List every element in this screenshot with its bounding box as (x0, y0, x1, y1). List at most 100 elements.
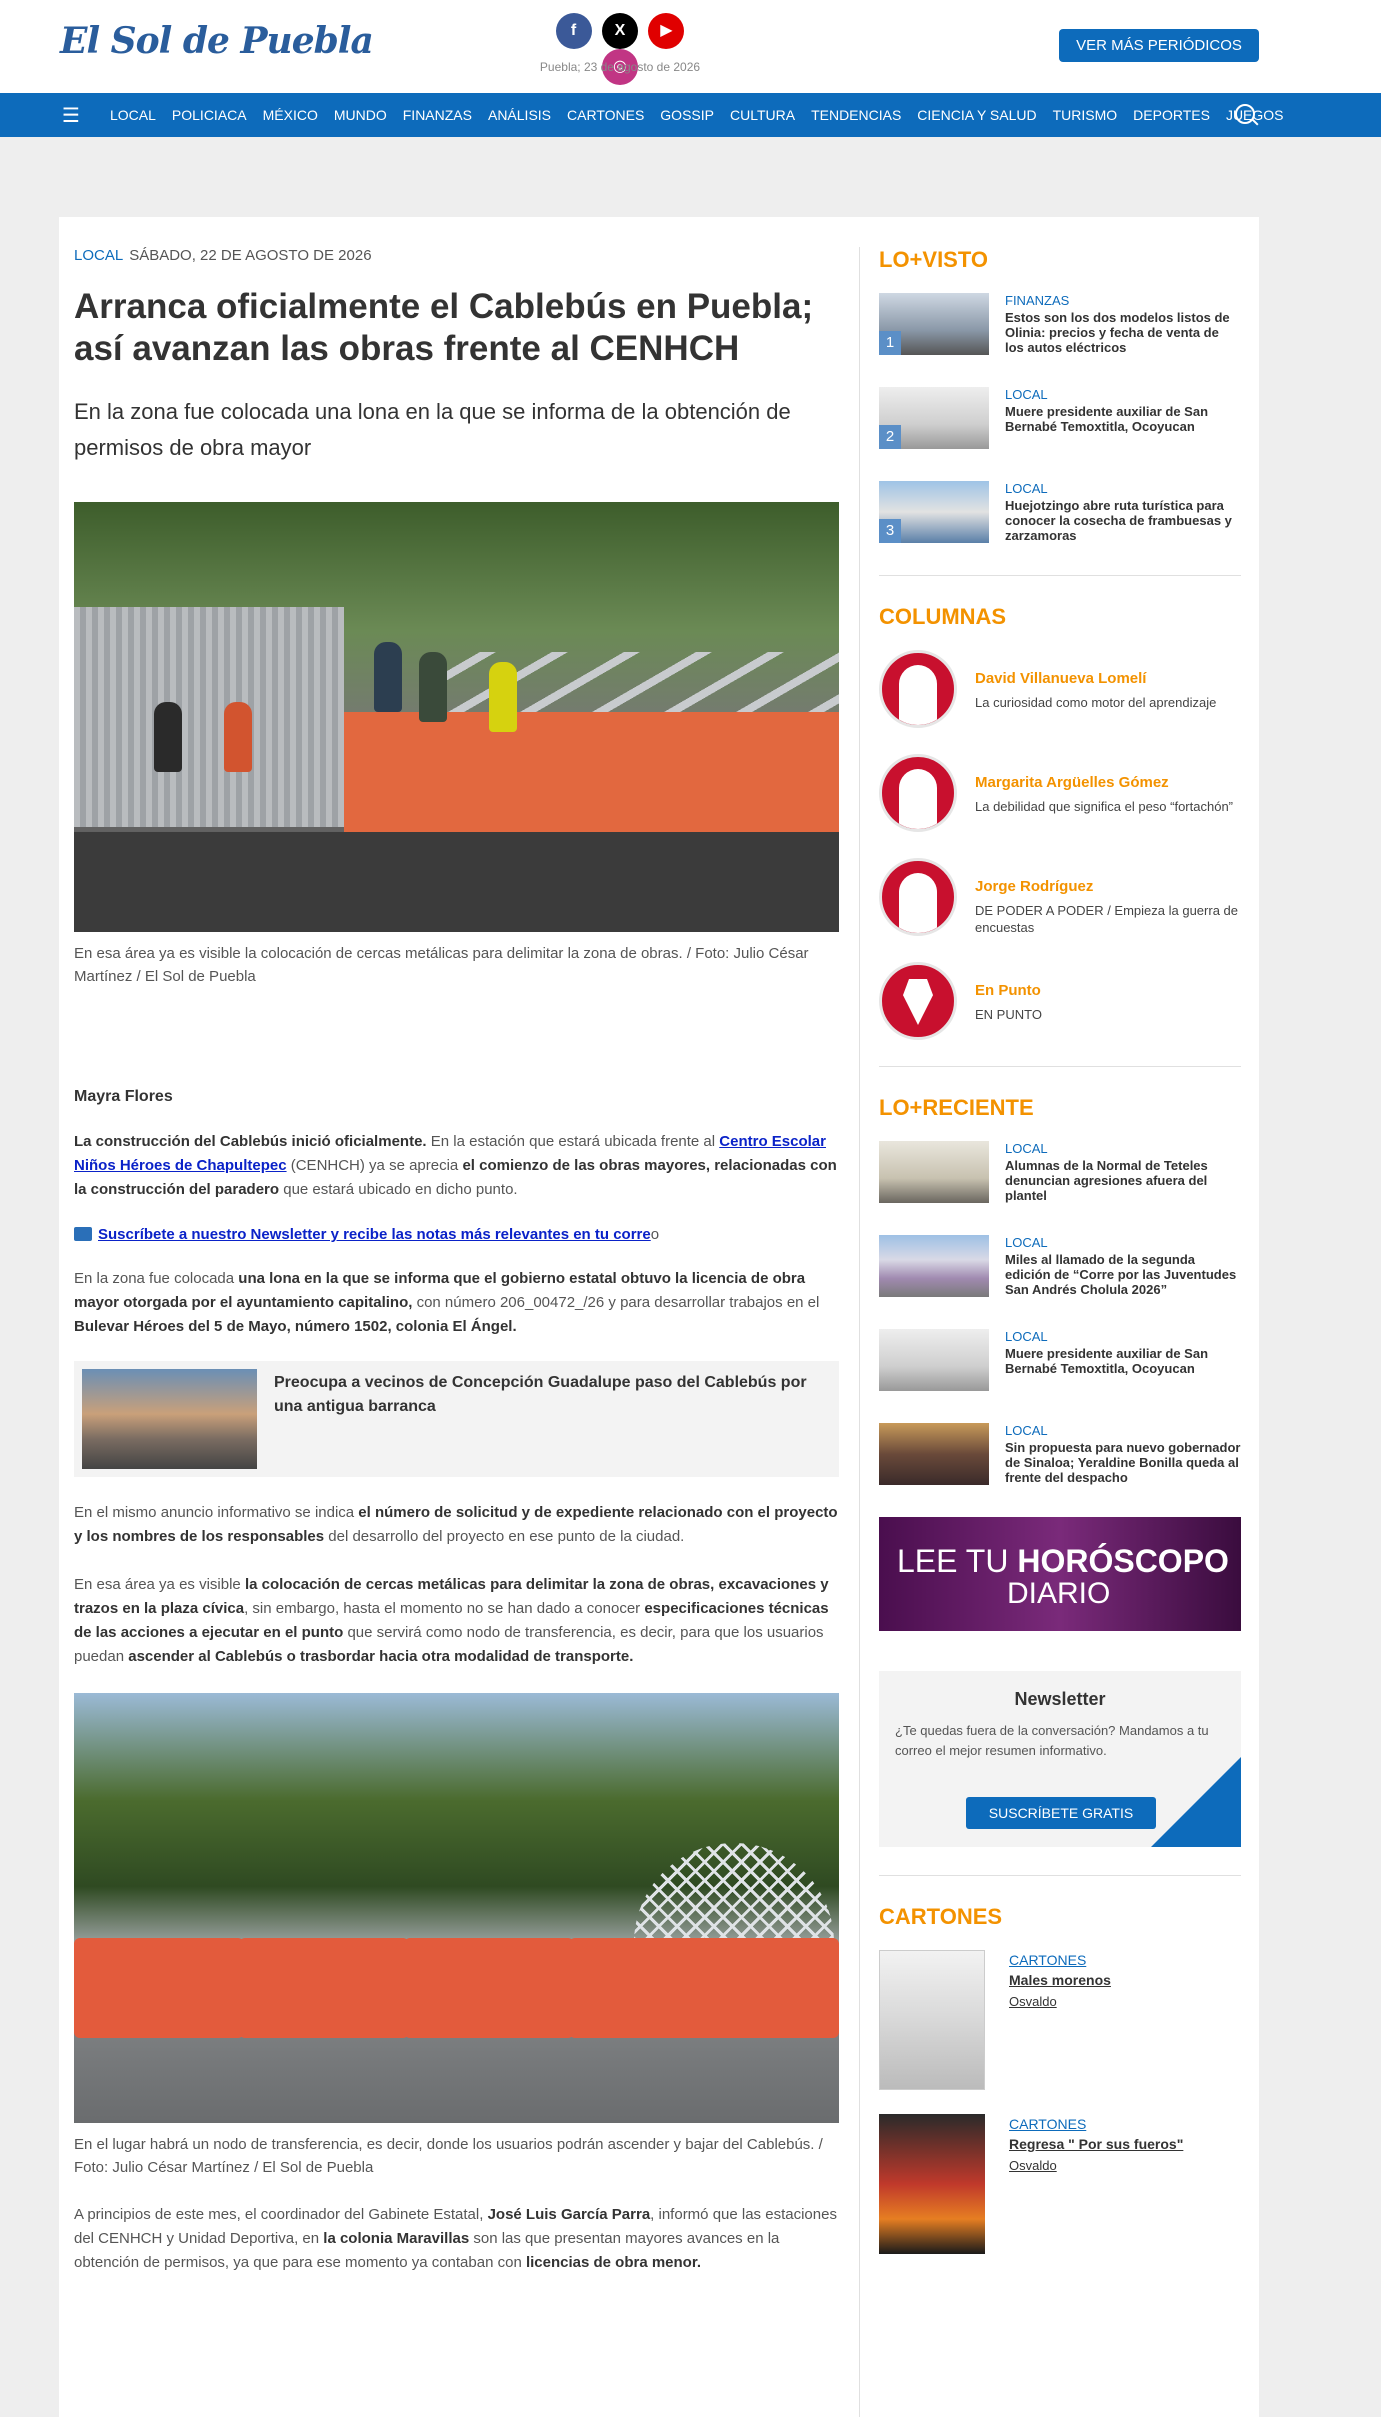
loreciente-title-text[interactable]: Miles al llamado de la segunda edición d… (1005, 1252, 1241, 1297)
columnist-name[interactable]: Margarita Argüelles Gómez (975, 774, 1169, 791)
columnist-name[interactable]: En Punto (975, 982, 1041, 999)
newsletter-link[interactable]: Suscríbete a nuestro Newsletter y recibe… (98, 1226, 651, 1243)
columnist-avatar (879, 650, 957, 728)
loreciente-thumbnail (879, 1423, 989, 1485)
youtube-icon[interactable]: ▶ (648, 13, 685, 49)
header-date: Puebla; 23 de agosto de 2026 (539, 60, 701, 74)
related-article-thumbnail (82, 1369, 257, 1469)
lovisto-item[interactable]: 3 LOCAL Huejotzingo abre ruta turística … (879, 481, 1241, 543)
loreciente-item[interactable]: LOCAL Muere presidente auxiliar de San B… (879, 1329, 1241, 1391)
loreciente-title-text[interactable]: Sin propuesta para nuevo gobernador de S… (1005, 1440, 1241, 1485)
site-header: El Sol de Puebla f X ▶ ◎ Puebla; 23 de a… (0, 0, 1381, 93)
section-divider (879, 575, 1241, 576)
newsletter-promo: Suscríbete a nuestro Newsletter y recibe… (74, 1226, 839, 1243)
cartoon-item[interactable]: CARTONES Regresa " Por sus fueros" Osval… (879, 2114, 1241, 2254)
nav-item-local[interactable]: LOCAL (102, 93, 164, 137)
nav-item-ciencia-salud[interactable]: CIENCIA Y SALUD (909, 93, 1044, 137)
newsletter-title: Newsletter (1014, 1689, 1106, 1709)
article-date: SÁBADO, 22 DE AGOSTO DE 2026 (129, 247, 372, 264)
subscribe-button[interactable]: SUSCRÍBETE GRATIS (966, 1797, 1156, 1829)
column-item[interactable]: En Punto EN PUNTO (879, 962, 1241, 1042)
columnist-avatar (879, 754, 957, 832)
article-category[interactable]: LOCAL (74, 247, 123, 264)
nav-item-tendencias[interactable]: TENDENCIAS (803, 93, 909, 137)
facebook-icon[interactable]: f (555, 13, 592, 49)
loreciente-title-text[interactable]: Muere presidente auxiliar de San Bernabé… (1005, 1346, 1241, 1376)
lovisto-item[interactable]: 2 LOCAL Muere presidente auxiliar de San… (879, 387, 1241, 449)
nav-list: LOCAL POLICIACA MÉXICO MUNDO FINANZAS AN… (102, 93, 1292, 137)
main-nav: ☰ LOCAL POLICIACA MÉXICO MUNDO FINANZAS … (0, 93, 1381, 137)
loreciente-item[interactable]: LOCAL Alumnas de la Normal de Teteles de… (879, 1141, 1241, 1203)
lovisto-category[interactable]: FINANZAS (1005, 293, 1069, 308)
column-title[interactable]: La debilidad que significa el peso “fort… (975, 798, 1241, 815)
related-article-title[interactable]: Preocupa a vecinos de Concepción Guadalu… (274, 1371, 819, 1419)
horoscope-banner[interactable]: LEE TU HORÓSCOPO DIARIO (879, 1517, 1241, 1631)
pen-nib-icon (879, 962, 957, 1040)
lovisto-item[interactable]: 1 FINANZAS Estos son los dos modelos lis… (879, 293, 1241, 355)
cartoon-item[interactable]: CARTONES Males morenos Osvaldo (879, 1950, 1241, 2090)
nav-item-deportes[interactable]: DEPORTES (1125, 93, 1218, 137)
loreciente-thumbnail (879, 1235, 989, 1297)
loreciente-category[interactable]: LOCAL (1005, 1423, 1048, 1438)
article-meta: LOCAL SÁBADO, 22 DE AGOSTO DE 2026 (74, 247, 839, 264)
lovisto-title-text[interactable]: Huejotzingo abre ruta turística para con… (1005, 498, 1241, 543)
loreciente-title-text[interactable]: Alumnas de la Normal de Teteles denuncia… (1005, 1158, 1241, 1203)
loreciente-category[interactable]: LOCAL (1005, 1235, 1048, 1250)
nav-item-gossip[interactable]: GOSSIP (652, 93, 722, 137)
column-divider (859, 247, 860, 2417)
cartoon-thumbnail[interactable] (879, 2114, 985, 2254)
nav-item-finanzas[interactable]: FINANZAS (395, 93, 480, 137)
columnist-name[interactable]: Jorge Rodríguez (975, 878, 1093, 895)
article-paragraph-3: En el mismo anuncio informativo se indic… (74, 1504, 838, 1545)
more-newspapers-button[interactable]: VER MÁS PERIÓDICOS (1059, 29, 1259, 62)
columnas-title: COLUMNAS (879, 604, 1007, 629)
related-article[interactable]: Preocupa a vecinos de Concepción Guadalu… (74, 1361, 839, 1477)
column-item[interactable]: Jorge Rodríguez DE PODER A PODER / Empie… (879, 858, 1241, 938)
column-item[interactable]: David Villanueva Lomelí La curiosidad co… (879, 650, 1241, 730)
lovisto-title-text[interactable]: Muere presidente auxiliar de San Bernabé… (1005, 404, 1241, 434)
horoscope-banner-line1: LEE TU HORÓSCOPO (897, 1543, 1229, 1579)
cartoon-title[interactable]: Males morenos (1009, 1972, 1111, 1988)
photo-caption-2: En el lugar habrá un nodo de transferenc… (74, 2136, 823, 2176)
nav-item-cartones[interactable]: CARTONES (559, 93, 652, 137)
nav-item-cultura[interactable]: CULTURA (722, 93, 803, 137)
column-title[interactable]: EN PUNTO (975, 1006, 1241, 1023)
nav-item-mundo[interactable]: MUNDO (326, 93, 395, 137)
lovisto-title: LO+VISTO (879, 247, 989, 272)
loreciente-item[interactable]: LOCAL Miles al llamado de la segunda edi… (879, 1235, 1241, 1297)
loreciente-category[interactable]: LOCAL (1005, 1329, 1048, 1344)
lovisto-title-text[interactable]: Estos son los dos modelos listos de Olin… (1005, 310, 1241, 355)
article-paragraph-1: La construcción del Cablebús inició ofic… (74, 1133, 837, 1198)
column-item[interactable]: Margarita Argüelles Gómez La debilidad q… (879, 754, 1241, 834)
site-logo[interactable]: El Sol de Puebla (60, 20, 374, 62)
section-divider (879, 1066, 1241, 1067)
rank-badge: 1 (879, 331, 901, 355)
cartoon-title[interactable]: Regresa " Por sus fueros" (1009, 2136, 1183, 2152)
photo-caption-1: En esa área ya es visible la colocación … (74, 945, 809, 985)
article-headline: Arranca oficialmente el Cablebús en Pueb… (74, 287, 814, 368)
search-icon[interactable] (1235, 104, 1255, 124)
lovisto-category[interactable]: LOCAL (1005, 387, 1048, 402)
nav-item-turismo[interactable]: TURISMO (1045, 93, 1126, 137)
nav-item-analisis[interactable]: ANÁLISIS (480, 93, 559, 137)
rank-badge: 2 (879, 425, 901, 449)
article-paragraph-2: En la zona fue colocada una lona en la q… (74, 1270, 820, 1335)
horoscope-banner-line2: DIARIO (1007, 1577, 1111, 1610)
column-title[interactable]: DE PODER A PODER / Empieza la guerra de … (975, 902, 1241, 936)
hamburger-menu-icon[interactable]: ☰ (62, 103, 80, 128)
loreciente-item[interactable]: LOCAL Sin propuesta para nuevo gobernado… (879, 1423, 1241, 1485)
cartoon-category[interactable]: CARTONES (1009, 1952, 1086, 1968)
nav-item-policiaca[interactable]: POLICIACA (164, 93, 255, 137)
cartoon-category[interactable]: CARTONES (1009, 2116, 1086, 2132)
column-title[interactable]: La curiosidad como motor del aprendizaje (975, 694, 1241, 711)
cartoon-author[interactable]: Osvaldo (1009, 1994, 1057, 2009)
cartoon-author[interactable]: Osvaldo (1009, 2158, 1057, 2173)
lovisto-category[interactable]: LOCAL (1005, 481, 1048, 496)
decorative-triangle (1151, 1757, 1241, 1847)
cartoon-thumbnail[interactable] (879, 1950, 985, 2090)
nav-item-mexico[interactable]: MÉXICO (255, 93, 326, 137)
columnist-name[interactable]: David Villanueva Lomelí (975, 670, 1146, 687)
rank-badge: 3 (879, 519, 901, 543)
loreciente-category[interactable]: LOCAL (1005, 1141, 1048, 1156)
x-twitter-icon[interactable]: X (602, 13, 638, 49)
